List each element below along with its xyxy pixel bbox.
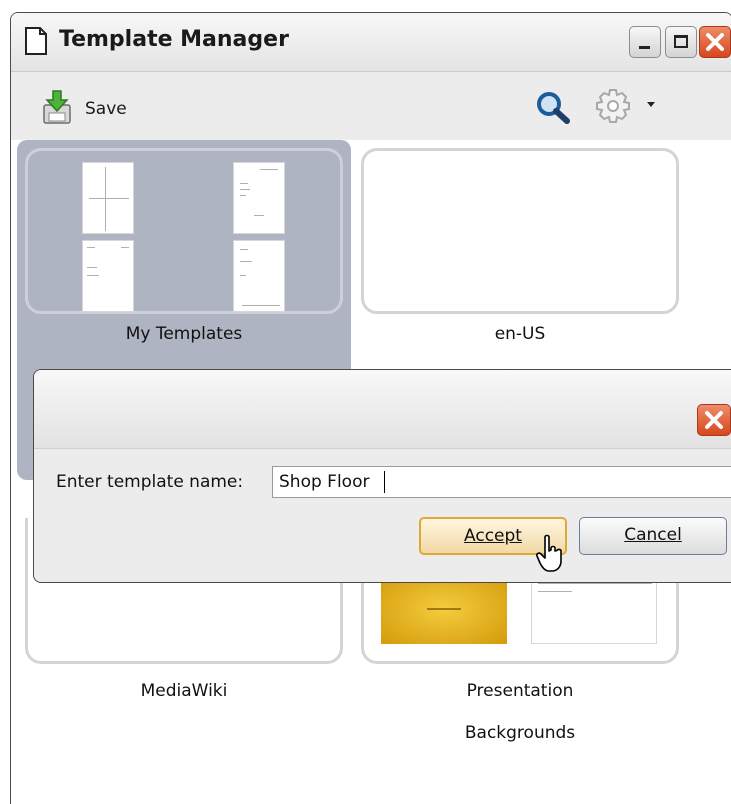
dialog-close-button[interactable] <box>697 404 731 436</box>
accept-label: Accept <box>464 526 522 546</box>
cancel-label: Cancel <box>624 525 682 545</box>
folder-label-en-us: en-US <box>494 324 546 344</box>
template-thumbnail <box>82 240 134 312</box>
text-caret <box>384 471 385 493</box>
maximize-icon <box>674 35 688 48</box>
mouse-pointer-icon <box>536 534 562 572</box>
title-bar[interactable]: Template Manager <box>11 13 731 72</box>
template-thumbnail <box>233 240 285 312</box>
folder-label-backgrounds: Backgrounds <box>464 723 576 743</box>
chevron-down-icon[interactable] <box>647 102 655 107</box>
template-thumbnail <box>531 574 658 644</box>
template-thumbnail <box>82 162 134 234</box>
template-thumbnail <box>381 574 507 644</box>
gear-icon[interactable] <box>595 87 631 125</box>
window-title: Template Manager <box>59 27 289 52</box>
close-icon <box>705 411 723 429</box>
cancel-button[interactable]: Cancel <box>579 517 727 555</box>
folder-label-my-templates: My Templates <box>125 324 243 344</box>
minimize-button[interactable] <box>629 26 661 58</box>
document-icon <box>25 27 47 55</box>
minimize-icon <box>639 46 650 49</box>
folder-label-mediawiki: MediaWiki <box>140 681 228 701</box>
template-thumbnail <box>233 162 285 234</box>
template-name-label: Enter template name: <box>56 472 244 492</box>
save-label: Save <box>85 99 127 119</box>
search-icon[interactable] <box>535 90 571 124</box>
template-name-dialog: Enter template name: Accept Cancel <box>33 369 731 583</box>
dialog-title-bar[interactable] <box>34 370 731 449</box>
close-button[interactable] <box>699 26 731 58</box>
folder-my-templates[interactable] <box>25 148 343 314</box>
save-icon <box>43 90 71 124</box>
close-icon <box>706 33 724 51</box>
folder-en-us[interactable] <box>361 148 679 314</box>
folder-label-presentation: Presentation <box>466 681 574 701</box>
template-name-input[interactable] <box>272 466 731 498</box>
toolbar: Save <box>11 72 731 140</box>
maximize-button[interactable] <box>665 26 697 58</box>
